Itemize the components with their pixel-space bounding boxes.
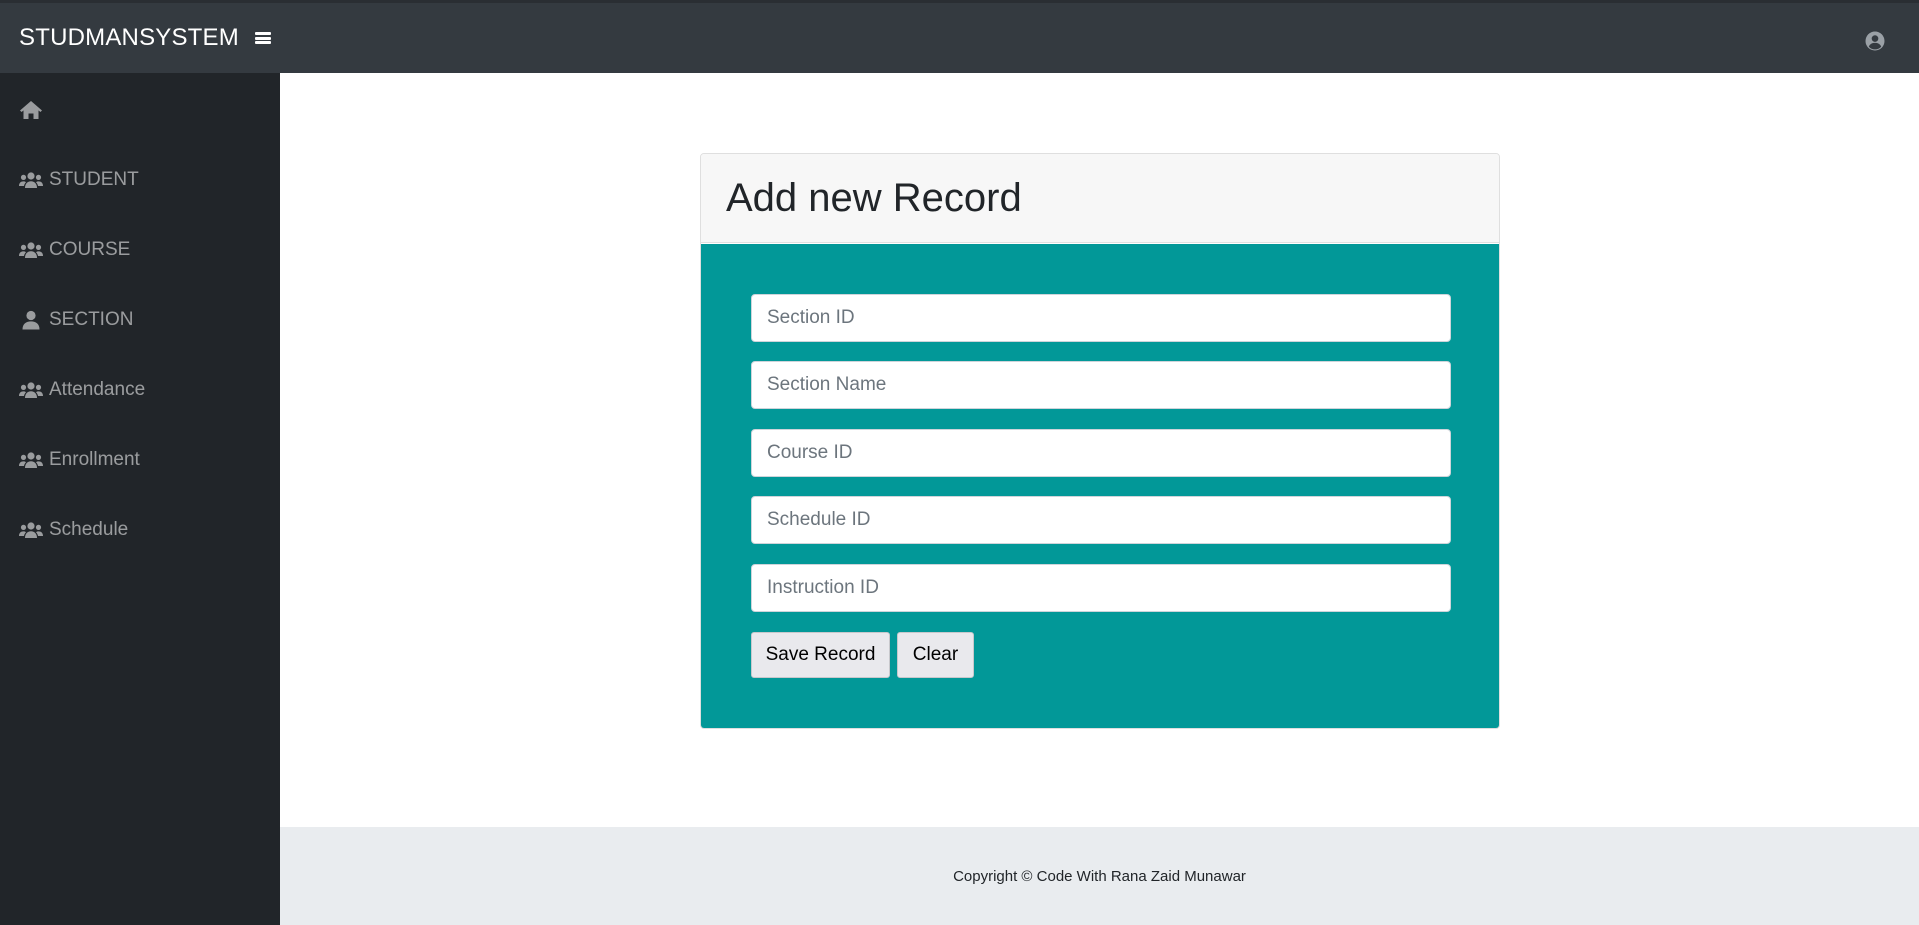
- brand-title[interactable]: STUDMANSYSTEM: [19, 24, 239, 52]
- clear-button[interactable]: Clear: [897, 632, 974, 678]
- sidebar-item-label: SECTION: [49, 309, 134, 330]
- schedule-id-input[interactable]: [751, 496, 1451, 544]
- sidebar-item-attendance[interactable]: Attendance: [19, 375, 145, 405]
- sidebar-item-label: COURSE: [49, 239, 131, 260]
- sidebar-item-home[interactable]: [19, 95, 49, 125]
- sidebar-item-section[interactable]: SECTION: [19, 305, 133, 335]
- instruction-id-input[interactable]: [751, 564, 1451, 612]
- section-name-input[interactable]: [751, 361, 1451, 409]
- course-id-input[interactable]: [751, 429, 1451, 477]
- copyright-text: Copyright © Code With Rana Zaid Munawar: [953, 867, 1246, 885]
- section-id-input[interactable]: [751, 294, 1451, 342]
- users-icon: [19, 522, 43, 538]
- sidebar: STUDENT COURSE SECTION Attendance Enroll…: [0, 73, 280, 925]
- user-icon: [22, 310, 40, 330]
- home-icon: [20, 101, 42, 119]
- users-icon: [19, 242, 43, 258]
- sidebar-item-enrollment[interactable]: Enrollment: [19, 445, 140, 475]
- user-circle-icon[interactable]: [1865, 31, 1885, 51]
- card-header: Add new Record: [701, 154, 1499, 243]
- sidebar-item-label: STUDENT: [49, 169, 139, 190]
- users-icon: [19, 452, 43, 468]
- sidebar-item-schedule[interactable]: Schedule: [19, 515, 128, 545]
- footer: Copyright © Code With Rana Zaid Munawar: [280, 827, 1919, 925]
- bars-icon[interactable]: [254, 31, 271, 45]
- top-navbar: STUDMANSYSTEM: [0, 0, 1919, 73]
- record-form: Save Record Clear: [701, 244, 1499, 728]
- sidebar-item-label: Attendance: [49, 379, 146, 400]
- save-record-button[interactable]: Save Record: [751, 632, 890, 678]
- sidebar-item-label: Schedule: [49, 519, 129, 540]
- sidebar-item-student[interactable]: STUDENT: [19, 165, 139, 195]
- users-icon: [19, 382, 43, 398]
- add-record-card: Add new Record Save Record Clear: [700, 153, 1500, 729]
- sidebar-item-label: Enrollment: [49, 449, 140, 470]
- sidebar-item-course[interactable]: COURSE: [19, 235, 130, 265]
- users-icon: [19, 172, 43, 188]
- page-title: Add new Record: [726, 175, 1022, 220]
